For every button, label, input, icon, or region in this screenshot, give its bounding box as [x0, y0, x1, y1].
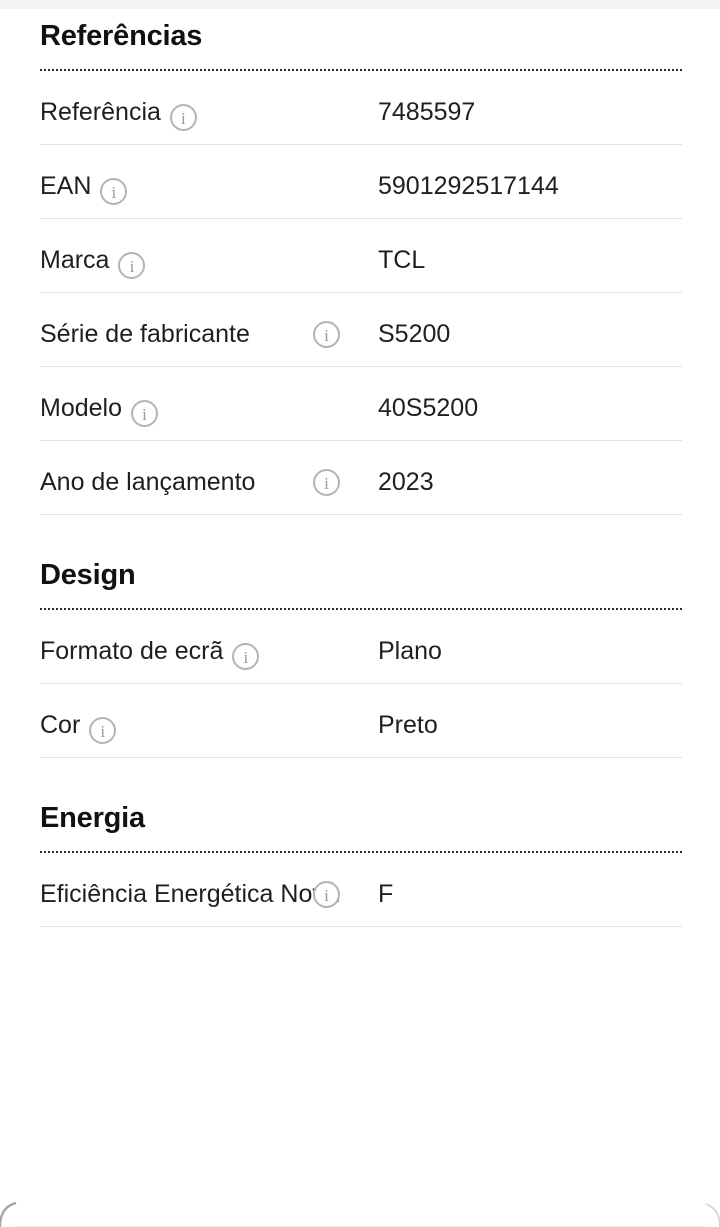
spec-value: Plano — [378, 637, 442, 665]
spec-value: TCL — [378, 246, 426, 274]
spec-label-cell: Série de fabricante i — [40, 313, 378, 355]
spec-row: Série de fabricante i S5200 — [40, 293, 682, 367]
bottom-left-corner-artifact — [0, 1201, 17, 1227]
spec-label: Eficiência Energética Nova — [40, 880, 339, 908]
spec-section: Referências Referência i 7485597 EAN i 5901292… — [0, 9, 720, 515]
spec-label-cell: Eficiência Energética Nova i — [40, 873, 378, 915]
spec-row: Referência i 7485597 — [40, 71, 682, 145]
spec-section: Design Formato de ecrã i Plano Cor i Preto — [0, 515, 720, 758]
spec-label: Modelo — [40, 394, 122, 422]
spec-label: Série de fabricante — [40, 320, 250, 348]
spec-section: Energia Eficiência Energética Nova i F — [0, 758, 720, 927]
info-icon[interactable]: i — [131, 400, 158, 427]
info-icon[interactable]: i — [118, 252, 146, 279]
product-specifications-panel: Referências Referência i 7485597 EAN i 5901292… — [0, 9, 720, 927]
spec-row: Eficiência Energética Nova i F — [40, 853, 682, 927]
spec-label-cell: Formato de ecrã i — [40, 630, 378, 672]
info-icon[interactable]: i — [100, 178, 128, 205]
spec-value: 5901292517144 — [378, 172, 559, 200]
spec-label: Marca — [40, 246, 110, 274]
spec-value: F — [378, 880, 394, 908]
info-icon[interactable]: i — [232, 643, 260, 670]
bottom-right-corner-artifact — [705, 1203, 720, 1227]
info-icon[interactable]: i — [169, 104, 197, 131]
info-icon[interactable]: i — [89, 717, 117, 744]
spec-label-cell: Referência i — [40, 91, 378, 133]
info-icon[interactable]: i — [313, 321, 340, 348]
spec-value: 40S5200 — [378, 394, 479, 422]
row-divider — [40, 757, 682, 758]
spec-label-cell: EAN i — [40, 165, 378, 207]
spec-value: 2023 — [378, 468, 434, 496]
row-divider — [40, 514, 682, 515]
spec-label: EAN — [40, 172, 92, 200]
page-top-strip — [0, 0, 720, 9]
spec-label: Ano de lançamento — [40, 468, 256, 496]
spec-row: EAN i 5901292517144 — [40, 145, 682, 219]
spec-row: Ano de lançamento i 2023 — [40, 441, 682, 515]
row-divider — [40, 926, 682, 927]
spec-value: 7485597 — [378, 98, 476, 126]
spec-row: Modelo i 40S5200 — [40, 367, 682, 441]
section-title: Referências — [40, 20, 203, 52]
info-icon[interactable]: i — [313, 881, 340, 908]
spec-label-cell: Cor i — [40, 704, 378, 746]
spec-label: Cor — [40, 711, 81, 739]
spec-row: Cor i Preto — [40, 684, 682, 758]
spec-value: Preto — [378, 711, 438, 739]
spec-label-cell: Modelo i — [40, 387, 378, 429]
spec-label: Referência — [40, 98, 161, 126]
spec-value: S5200 — [378, 320, 451, 348]
section-title: Design — [40, 559, 136, 591]
spec-row: Marca i TCL — [40, 219, 682, 293]
info-icon[interactable]: i — [313, 469, 340, 496]
spec-label-cell: Marca i — [40, 239, 378, 281]
spec-label: Formato de ecrã — [40, 637, 224, 665]
spec-label-cell: Ano de lançamento i — [40, 461, 378, 503]
spec-row: Formato de ecrã i Plano — [40, 610, 682, 684]
section-title: Energia — [40, 802, 145, 834]
